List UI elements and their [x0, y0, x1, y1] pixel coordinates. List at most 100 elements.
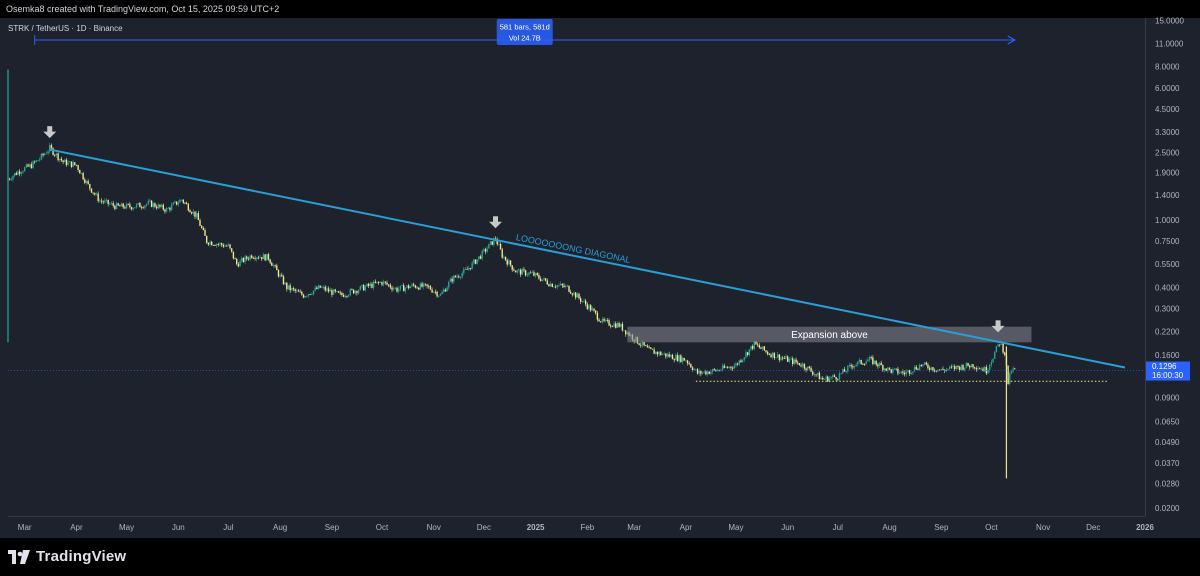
candle-body — [125, 203, 128, 209]
symbol-title: STRK / TetherUS · 1D · Binance — [8, 24, 123, 33]
candle-body — [443, 289, 445, 292]
time-tick-label: Dec — [477, 523, 491, 532]
candle-body — [940, 368, 943, 370]
candle-body — [152, 203, 154, 207]
candle-body — [408, 285, 410, 289]
candle-body — [29, 164, 31, 167]
candle-body — [618, 323, 620, 327]
candle-body — [803, 363, 806, 369]
candle-body — [130, 207, 133, 210]
candle-body — [433, 291, 435, 293]
candle-body — [927, 364, 929, 369]
time-tick-label: Sep — [934, 523, 949, 532]
candle-body — [92, 192, 94, 194]
candle-body — [875, 360, 877, 365]
candle-body — [691, 367, 694, 371]
candle-body — [289, 285, 291, 291]
candle-body — [977, 368, 979, 370]
candle-body — [461, 273, 463, 278]
candle-body — [586, 304, 589, 309]
branding-logo[interactable]: TradingView — [8, 548, 126, 565]
candle-body — [621, 323, 624, 331]
candle-body — [758, 345, 761, 348]
candle-body — [294, 289, 296, 291]
candle-body — [817, 372, 819, 375]
candle-body — [232, 251, 235, 259]
candle-body — [579, 298, 582, 302]
candle-body — [893, 368, 896, 370]
candle-body — [25, 164, 28, 168]
candle-body — [282, 276, 285, 285]
candle-body — [650, 347, 652, 349]
candle-body — [401, 285, 403, 286]
candle-body — [865, 361, 867, 365]
candle-body — [204, 229, 206, 236]
candle-body — [997, 344, 999, 347]
candle-body — [135, 204, 138, 208]
candle-body — [958, 367, 961, 370]
candle — [488, 243, 490, 249]
candle-body — [688, 363, 690, 365]
candle-body — [524, 270, 527, 276]
candle-body — [877, 364, 879, 367]
time-tick-label: Apr — [680, 523, 693, 532]
candle-body — [559, 283, 562, 286]
candle-body — [551, 283, 553, 287]
candle-body — [610, 325, 612, 327]
candle-body — [948, 366, 951, 369]
candle-body — [695, 369, 697, 371]
candle-body — [47, 151, 49, 154]
price-tick-label: 1.9000 — [1155, 169, 1180, 178]
candle-body — [593, 308, 595, 311]
candle-body — [180, 199, 183, 201]
candle-body — [342, 294, 345, 297]
candle-body — [761, 346, 764, 349]
candle — [90, 188, 93, 194]
price-tick-label: 0.1600 — [1155, 351, 1180, 360]
candle-body — [853, 365, 856, 368]
candle-body — [858, 359, 861, 362]
chart-canvas[interactable]: Expansion aboveLOOOOOOONG DIAGONAL581 ba… — [0, 0, 1200, 538]
price-tick-label: 15.0000 — [1155, 16, 1184, 25]
candle-body — [149, 200, 151, 202]
candle-body — [658, 351, 660, 355]
candle-body — [745, 352, 747, 358]
candle-body — [429, 286, 432, 290]
price-tick-label: 11.0000 — [1155, 39, 1184, 48]
candle-body — [394, 287, 397, 289]
candle-body — [299, 291, 301, 293]
candle-body — [756, 344, 759, 346]
candle — [501, 247, 503, 259]
candle-body — [1010, 371, 1013, 374]
candle-body — [885, 368, 887, 371]
candle-body — [766, 351, 769, 355]
candle-body — [736, 363, 739, 365]
candle-body — [54, 154, 56, 156]
candle-body — [269, 259, 271, 263]
candle-body — [261, 257, 263, 260]
candle-body — [44, 153, 46, 156]
candle-body — [546, 280, 548, 285]
candle-body — [746, 352, 749, 355]
candle-body — [164, 209, 166, 212]
candle-body — [601, 318, 604, 323]
time-tick-label: Oct — [376, 523, 389, 532]
candle-body — [513, 269, 515, 271]
candle-body — [389, 284, 392, 288]
candle-body — [145, 204, 148, 206]
candle-body — [720, 370, 722, 371]
candle-body — [474, 259, 477, 264]
price-tick-label: 0.0490 — [1155, 438, 1180, 447]
candle-body — [277, 270, 280, 277]
candle-body — [705, 371, 707, 375]
candle-body — [476, 259, 478, 264]
candle-body — [404, 287, 407, 292]
candle-body — [40, 153, 43, 160]
candle-body — [286, 282, 288, 290]
candle-body — [418, 287, 420, 290]
candle-body — [55, 153, 58, 156]
candle-body — [975, 368, 978, 370]
candle-body — [665, 353, 667, 357]
candle-body — [13, 173, 16, 176]
candle-body — [897, 368, 899, 374]
